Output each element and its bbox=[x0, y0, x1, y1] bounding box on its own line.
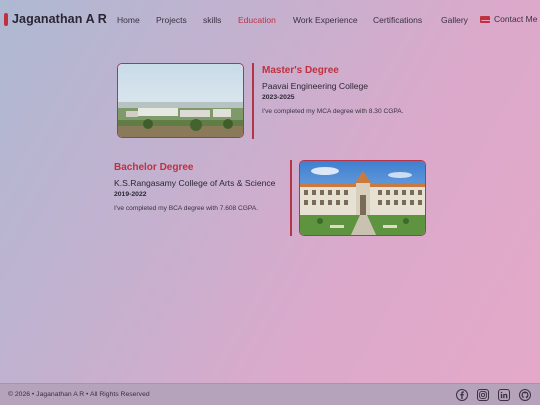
masters-degree-title: Master's Degree bbox=[262, 65, 339, 76]
nav-education[interactable]: Education bbox=[238, 15, 276, 25]
footer: © 2026 • Jaganathan A R • All Rights Res… bbox=[0, 383, 540, 405]
nav-work-experience[interactable]: Work Experience bbox=[293, 15, 358, 25]
masters-divider bbox=[252, 63, 254, 139]
nav-contact-label: Contact Me bbox=[494, 14, 538, 24]
brand-accent-bar bbox=[4, 12, 8, 26]
brand-logo[interactable]: Jaganathan A R bbox=[4, 12, 107, 26]
nav-projects[interactable]: Projects bbox=[156, 15, 187, 25]
copyright-text: © 2026 • Jaganathan A R • All Rights Res… bbox=[8, 391, 150, 398]
masters-college-name: Paavai Engineering College bbox=[262, 81, 369, 91]
bachelor-divider bbox=[290, 160, 292, 236]
masters-description: I've completed my MCA degree with 8.30 C… bbox=[262, 108, 404, 115]
mail-icon bbox=[480, 15, 490, 23]
instagram-icon[interactable] bbox=[477, 389, 489, 401]
nav-certifications[interactable]: Certifications bbox=[373, 15, 422, 25]
bachelor-degree-title: Bachelor Degree bbox=[114, 162, 194, 173]
nav-home[interactable]: Home bbox=[117, 15, 140, 25]
linkedin-icon[interactable] bbox=[498, 389, 510, 401]
github-icon[interactable] bbox=[519, 389, 531, 401]
nav-contact-me[interactable]: Contact Me bbox=[480, 14, 537, 24]
bachelor-college-name: K.S.Rangasamy College of Arts & Science bbox=[114, 178, 276, 188]
brand-name: Jaganathan A R bbox=[12, 12, 107, 26]
masters-college-image bbox=[117, 63, 244, 138]
bachelor-description: I've completed my BCA degree with 7.608 … bbox=[114, 205, 259, 212]
bachelor-years: 2019-2022 bbox=[114, 191, 147, 198]
masters-years: 2023-2025 bbox=[262, 94, 295, 101]
nav-gallery[interactable]: Gallery bbox=[441, 15, 468, 25]
top-nav: Jaganathan A R Home Projects skills Educ… bbox=[0, 0, 540, 40]
bachelor-college-image bbox=[299, 160, 426, 236]
facebook-icon[interactable] bbox=[456, 389, 468, 401]
nav-skills[interactable]: skills bbox=[203, 15, 221, 25]
